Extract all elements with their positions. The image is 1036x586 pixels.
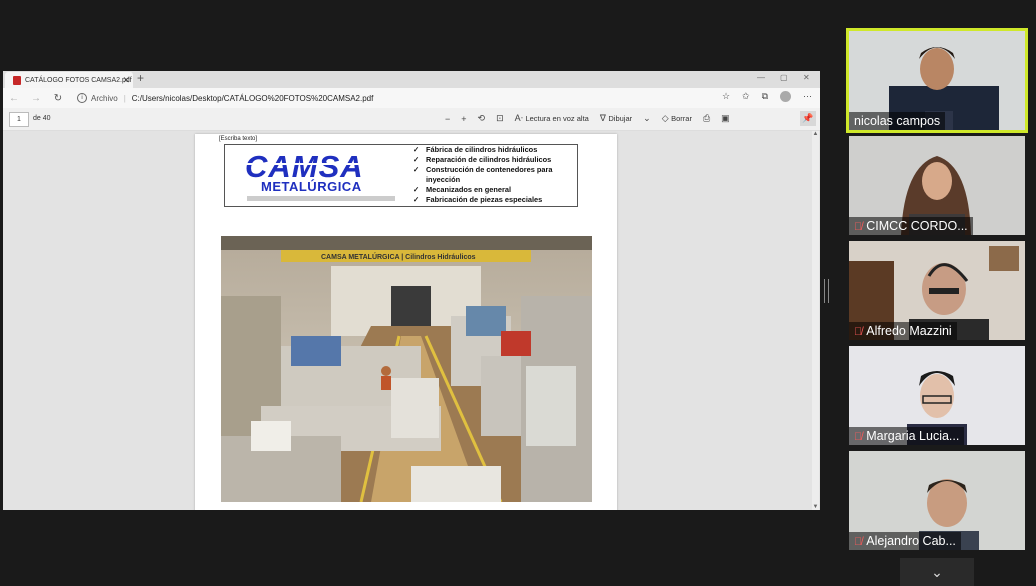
muted-mic-icon: 🎙̸ bbox=[854, 221, 863, 233]
zoom-out-icon[interactable]: − bbox=[445, 114, 450, 124]
tab-pdf[interactable]: CATÁLOGO FOTOS CAMSA2.pdf ✕ bbox=[5, 72, 133, 88]
company-header-box: CAMSA METALÚRGICA Fábrica de cilindros h… bbox=[224, 144, 578, 207]
browser-window: CATÁLOGO FOTOS CAMSA2.pdf ✕ + — ▢ ✕ ← → … bbox=[3, 71, 820, 510]
save-icon[interactable]: ▣ bbox=[721, 113, 730, 124]
draw-options-chevron-icon[interactable]: ⌄ bbox=[643, 113, 651, 124]
refresh-icon[interactable]: ↻ bbox=[47, 93, 69, 104]
participant-tile[interactable]: 🎙̸ Alfredo Mazzini bbox=[849, 241, 1025, 340]
scroll-up-icon[interactable]: ▲ bbox=[812, 131, 819, 137]
scroll-down-icon[interactable]: ▼ bbox=[812, 504, 819, 510]
favorites-icon[interactable]: ✩ bbox=[742, 91, 750, 102]
scroll-participants-down-icon[interactable]: ⌄ bbox=[900, 558, 974, 586]
favorite-star-icon[interactable]: ☆ bbox=[722, 91, 730, 102]
service-item: Fabricación de piezas especiales bbox=[413, 195, 576, 205]
read-aloud-icon: Aᐧ bbox=[514, 113, 523, 123]
eraser-icon: ◇ bbox=[661, 113, 669, 123]
close-window-icon[interactable]: ✕ bbox=[803, 73, 810, 82]
back-icon[interactable]: ← bbox=[3, 93, 25, 104]
logo-metalurgica: METALÚRGICA bbox=[261, 179, 362, 194]
service-item: Construcción de contenedores para inyecc… bbox=[413, 165, 576, 185]
pin-toolbar-icon[interactable]: 📌 bbox=[800, 111, 816, 126]
pdf-page: [Escriba texto] CAMSA METALÚRGICA Fábric… bbox=[195, 134, 617, 510]
service-item: Reparación de cilindros hidráulicos bbox=[413, 155, 576, 165]
page-number-input[interactable]: 1 bbox=[9, 112, 29, 127]
participant-name: 🎙̸ Margaria Lucia... bbox=[849, 427, 965, 445]
muted-mic-icon: 🎙̸ bbox=[854, 536, 863, 548]
muted-mic-icon: 🎙̸ bbox=[854, 431, 863, 443]
participant-tile[interactable]: 🎙̸ Margaria Lucia... bbox=[849, 346, 1025, 445]
muted-mic-icon: 🎙̸ bbox=[854, 326, 863, 338]
url-scheme: Archivo bbox=[91, 93, 118, 103]
participant-tile[interactable]: 🎙̸ CIMCC CORDO... bbox=[849, 136, 1025, 235]
panel-resize-handle[interactable] bbox=[824, 279, 829, 303]
more-options-icon[interactable]: ··· bbox=[803, 91, 812, 102]
new-tab-icon[interactable]: + bbox=[137, 71, 144, 85]
info-icon[interactable]: i bbox=[77, 93, 87, 103]
pdf-icon bbox=[13, 75, 21, 85]
photo-sign: CAMSA METALÚRGICA | Cilindros Hidráulico… bbox=[321, 252, 476, 261]
tab-title: CATÁLOGO FOTOS CAMSA2.pdf bbox=[25, 76, 132, 84]
page-total: de 40 bbox=[33, 115, 51, 122]
workshop-photo: CAMSA METALÚRGICA | Cilindros Hidráulico… bbox=[221, 236, 592, 502]
url-text: C:/Users/nicolas/Desktop/CATÁLOGO%20FOTO… bbox=[131, 93, 374, 103]
vertical-scrollbar[interactable]: ▲ ▼ bbox=[812, 131, 819, 510]
collections-icon[interactable]: ⧉ bbox=[762, 91, 768, 102]
service-item: Fábrica de cilindros hidráulicos bbox=[413, 145, 576, 155]
participant-name: nicolas campos bbox=[849, 112, 946, 130]
participant-tile[interactable]: 🎙̸ Alejandro Cab... bbox=[849, 451, 1025, 550]
minimize-icon[interactable]: — bbox=[757, 73, 765, 82]
zoom-in-icon[interactable]: + bbox=[461, 114, 466, 124]
fit-page-icon[interactable]: ⊡ bbox=[496, 113, 504, 124]
service-item: Mecanizados en general bbox=[413, 185, 576, 195]
draw-icon: ∇ bbox=[599, 113, 606, 123]
maximize-icon[interactable]: ▢ bbox=[780, 73, 788, 82]
read-aloud-button[interactable]: Aᐧ Lectura en voz alta bbox=[515, 113, 589, 124]
draw-button[interactable]: ∇ Dibujar bbox=[600, 113, 632, 124]
header-placeholder: [Escriba texto] bbox=[219, 136, 258, 142]
url-field[interactable]: i Archivo | C:/Users/nicolas/Desktop/CAT… bbox=[77, 93, 373, 103]
services-list: Fábrica de cilindros hidráulicos Reparac… bbox=[413, 145, 576, 205]
profile-avatar[interactable] bbox=[780, 91, 791, 102]
rotate-icon[interactable]: ⟲ bbox=[478, 113, 486, 124]
pdf-toolbar: 1 de 40 − + ⟲ ⊡ Aᐧ Lectura en voz alta ∇… bbox=[3, 108, 820, 131]
participant-name: 🎙̸ CIMCC CORDO... bbox=[849, 217, 973, 235]
address-bar: ← → ↻ i Archivo | C:/Users/nicolas/Deskt… bbox=[3, 88, 820, 108]
participant-tile-active-speaker[interactable]: nicolas campos bbox=[846, 28, 1028, 133]
forward-icon[interactable]: → bbox=[25, 93, 47, 104]
participant-name: 🎙̸ Alejandro Cab... bbox=[849, 532, 961, 550]
close-tab-icon[interactable]: ✕ bbox=[122, 75, 130, 86]
tab-bar: CATÁLOGO FOTOS CAMSA2.pdf ✕ + — ▢ ✕ bbox=[3, 71, 820, 88]
erase-button[interactable]: ◇ Borrar bbox=[662, 113, 692, 124]
pdf-viewer[interactable]: [Escriba texto] CAMSA METALÚRGICA Fábric… bbox=[3, 131, 820, 510]
print-icon[interactable]: ⎙ bbox=[703, 113, 710, 124]
participant-name: 🎙̸ Alfredo Mazzini bbox=[849, 322, 957, 340]
